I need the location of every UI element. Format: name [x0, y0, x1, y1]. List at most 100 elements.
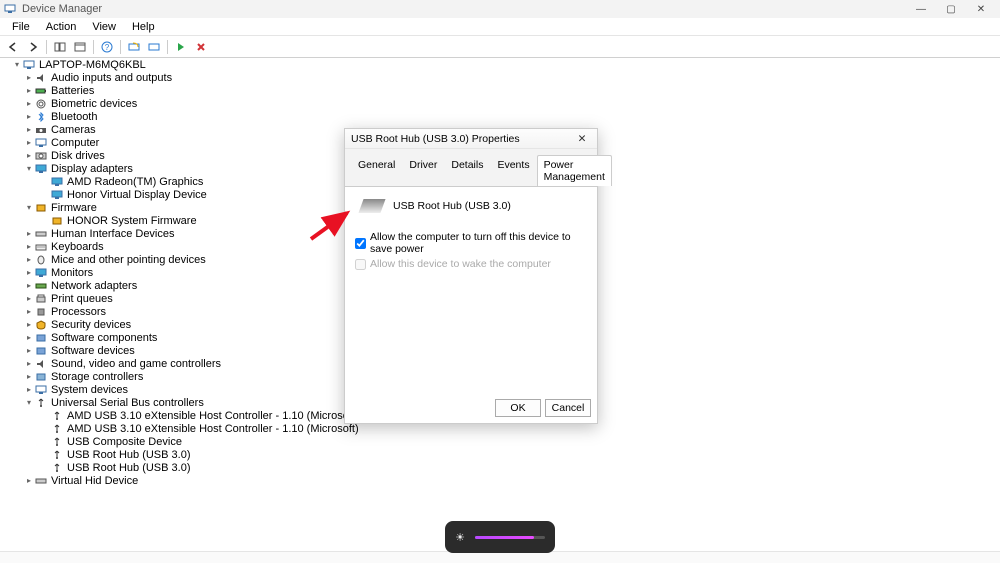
- expander-icon[interactable]: ▸: [24, 370, 34, 384]
- tree-item-biometric[interactable]: ▸Biometric devices: [8, 97, 992, 110]
- show-hide-tree-button[interactable]: [51, 38, 69, 56]
- window-controls: — ▢ ✕: [906, 0, 996, 18]
- scan-hardware-button[interactable]: [125, 38, 143, 56]
- properties-button[interactable]: [71, 38, 89, 56]
- ok-button[interactable]: OK: [495, 399, 541, 417]
- display-icon: [34, 163, 48, 175]
- expander-icon[interactable]: ▸: [24, 266, 34, 280]
- dialog-device-name: USB Root Hub (USB 3.0): [393, 200, 511, 212]
- checkbox-allow-turn-off-input[interactable]: [355, 238, 366, 249]
- forward-button[interactable]: [24, 38, 42, 56]
- expander-icon[interactable]: ▸: [24, 292, 34, 306]
- storage-icon: [34, 371, 48, 383]
- help-button[interactable]: ?: [98, 38, 116, 56]
- toolbar: ?: [0, 36, 1000, 58]
- expander-icon[interactable]: ▸: [24, 357, 34, 371]
- disk-icon: [34, 150, 48, 162]
- network-icon: [34, 280, 48, 292]
- properties-dialog: USB Root Hub (USB 3.0) Properties ✕ Gene…: [344, 128, 598, 424]
- update-driver-button[interactable]: [145, 38, 163, 56]
- tab-events[interactable]: Events: [490, 155, 536, 186]
- toolbar-separator: [120, 40, 121, 54]
- brightness-icon: ☀: [455, 531, 465, 544]
- tree-item-vhid[interactable]: ▸Virtual Hid Device: [8, 474, 992, 487]
- maximize-button[interactable]: ▢: [936, 0, 966, 18]
- tab-general[interactable]: General: [351, 155, 402, 186]
- tree-item-bluetooth[interactable]: ▸Bluetooth: [8, 110, 992, 123]
- firmware-icon: [34, 202, 48, 214]
- expander-icon[interactable]: ▸: [24, 344, 34, 358]
- expander-icon[interactable]: ▸: [24, 136, 34, 150]
- display-icon: [50, 189, 64, 201]
- tab-details[interactable]: Details: [444, 155, 490, 186]
- menu-file[interactable]: File: [4, 19, 38, 35]
- expander-icon[interactable]: ▾: [24, 162, 34, 176]
- dialog-device-row: USB Root Hub (USB 3.0): [361, 199, 587, 213]
- expander-icon[interactable]: ▸: [24, 253, 34, 267]
- battery-icon: [34, 85, 48, 97]
- dialog-body: USB Root Hub (USB 3.0) Allow the compute…: [345, 186, 597, 408]
- menu-view[interactable]: View: [84, 19, 124, 35]
- tree-root[interactable]: ▾ LAPTOP-M6MQ6KBL: [8, 58, 992, 71]
- camera-icon: [34, 124, 48, 136]
- toolbar-separator: [46, 40, 47, 54]
- system-icon: [34, 384, 48, 396]
- expander-icon[interactable]: ▸: [24, 149, 34, 163]
- tab-power-management[interactable]: Power Management: [537, 155, 612, 186]
- menu-action[interactable]: Action: [38, 19, 85, 35]
- usb-icon: [50, 462, 64, 474]
- tree-item-usb-child[interactable]: USB Root Hub (USB 3.0): [8, 461, 992, 474]
- tree-item-batteries[interactable]: ▸Batteries: [8, 84, 992, 97]
- expander-icon[interactable]: ▸: [24, 71, 34, 85]
- checkbox-allow-wake-input: [355, 259, 366, 270]
- expander-icon[interactable]: ▸: [24, 227, 34, 241]
- expander-icon[interactable]: ▸: [24, 240, 34, 254]
- tree-item-audio[interactable]: ▸Audio inputs and outputs: [8, 71, 992, 84]
- app-icon: [4, 3, 16, 15]
- expander-icon[interactable]: ▸: [24, 383, 34, 397]
- back-button[interactable]: [4, 38, 22, 56]
- enable-device-button[interactable]: [172, 38, 190, 56]
- brightness-slider[interactable]: [475, 536, 545, 539]
- menubar: File Action View Help: [0, 18, 1000, 36]
- uninstall-device-button[interactable]: [192, 38, 210, 56]
- keyboard-icon: [34, 241, 48, 253]
- expander-icon[interactable]: ▸: [24, 474, 34, 488]
- close-button[interactable]: ✕: [966, 0, 996, 18]
- tree-root-label: LAPTOP-M6MQ6KBL: [38, 58, 146, 72]
- expander-icon[interactable]: ▾: [24, 396, 34, 410]
- expander-icon[interactable]: ▸: [24, 84, 34, 98]
- software-icon: [34, 332, 48, 344]
- minimize-button[interactable]: —: [906, 0, 936, 18]
- expander-icon[interactable]: ▸: [24, 123, 34, 137]
- tree-item-usb-child[interactable]: USB Composite Device: [8, 435, 992, 448]
- menu-help[interactable]: Help: [124, 19, 163, 35]
- dialog-title: USB Root Hub (USB 3.0) Properties: [351, 133, 573, 145]
- usb-icon: [50, 449, 64, 461]
- printer-icon: [34, 293, 48, 305]
- computer-icon: [22, 59, 36, 71]
- expander-icon[interactable]: ▸: [24, 318, 34, 332]
- expander-icon[interactable]: ▾: [12, 58, 22, 72]
- expander-icon[interactable]: ▸: [24, 97, 34, 111]
- tab-driver[interactable]: Driver: [402, 155, 444, 186]
- security-icon: [34, 319, 48, 331]
- processor-icon: [34, 306, 48, 318]
- expander-icon[interactable]: ▸: [24, 110, 34, 124]
- expander-icon[interactable]: ▾: [24, 201, 34, 215]
- biometric-icon: [34, 98, 48, 110]
- toolbar-separator: [93, 40, 94, 54]
- display-icon: [50, 176, 64, 188]
- checkbox-allow-wake: Allow this device to wake the computer: [355, 258, 587, 270]
- expander-icon[interactable]: ▸: [24, 331, 34, 345]
- dialog-close-button[interactable]: ✕: [573, 131, 591, 147]
- expander-icon[interactable]: ▸: [24, 305, 34, 319]
- monitor-icon: [34, 267, 48, 279]
- checkbox-allow-turn-off[interactable]: Allow the computer to turn off this devi…: [355, 231, 587, 255]
- expander-icon[interactable]: ▸: [24, 279, 34, 293]
- toolbar-separator: [167, 40, 168, 54]
- brightness-osd: ☀: [445, 521, 555, 553]
- cancel-button[interactable]: Cancel: [545, 399, 591, 417]
- usb-icon: [50, 436, 64, 448]
- tree-item-usb-child[interactable]: USB Root Hub (USB 3.0): [8, 448, 992, 461]
